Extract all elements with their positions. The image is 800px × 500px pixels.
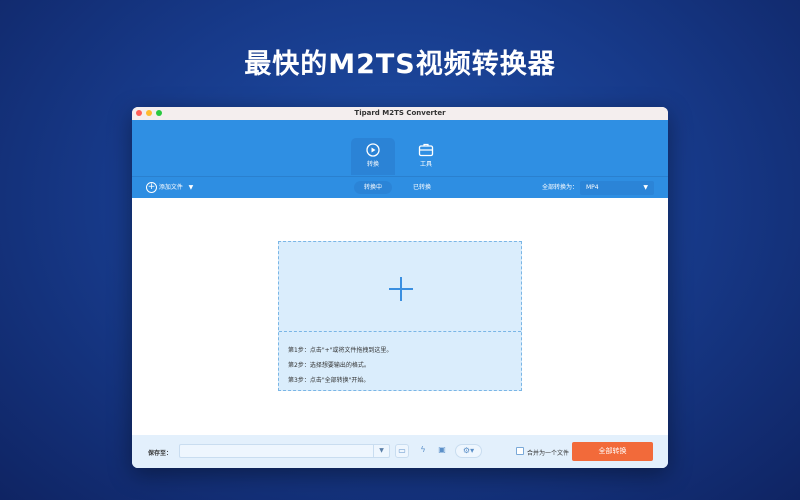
plus-icon[interactable] — [389, 277, 413, 301]
tab-converting[interactable]: 转换中 — [354, 181, 393, 194]
chevron-down-icon: ▼ — [643, 184, 648, 191]
convert-all-button[interactable]: 全部转换 — [572, 442, 653, 461]
merge-checkbox[interactable] — [516, 447, 524, 455]
close-button[interactable] — [136, 110, 142, 116]
format-select[interactable]: MP4 ▼ — [580, 181, 654, 195]
speed-off-icon[interactable]: ϟ — [416, 444, 430, 458]
window-title: Tipard M2TS Converter — [354, 109, 446, 117]
add-files-button[interactable]: + 添加文件 ▼ — [146, 177, 193, 199]
step-1: 第1步：点击"+"或将文件拖拽到这里。 — [288, 347, 393, 354]
chevron-down-icon[interactable]: ▼ — [189, 184, 194, 191]
app-window: Tipard M2TS Converter 转换 工具 + 添加文件 ▼ 转换中… — [132, 107, 668, 468]
chevron-down-icon[interactable]: ▼ — [373, 445, 389, 457]
headline: 最快的M2TS视频转换器 — [244, 49, 556, 80]
maximize-button[interactable] — [156, 110, 162, 116]
tab-converted[interactable]: 已转换 — [413, 177, 431, 199]
step-3: 第3步：点击"全部转换"开始。 — [288, 377, 370, 384]
merge-label: 合并为一个文件 — [527, 450, 570, 457]
hardware-accel-icon[interactable]: ▣ — [435, 444, 449, 458]
settings-icon[interactable]: ⚙▾ — [455, 444, 482, 458]
convert-icon — [366, 143, 380, 157]
convert-all-label: 全部转换为： — [542, 184, 579, 191]
minimize-button[interactable] — [146, 110, 152, 116]
tab-tools[interactable]: 工具 — [404, 138, 448, 175]
toolbox-icon — [418, 143, 434, 157]
step-2: 第2步：选择想要输出的格式。 — [288, 362, 370, 369]
save-to-label: 保存至： — [148, 450, 173, 457]
title-bar: Tipard M2TS Converter — [132, 107, 668, 120]
drop-zone[interactable]: 第1步：点击"+"或将文件拖拽到这里。 第2步：选择想要输出的格式。 第3步：点… — [278, 241, 522, 391]
folder-icon[interactable]: ▭ — [395, 444, 409, 458]
add-icon: + — [146, 182, 157, 193]
save-path-input[interactable]: ▼ — [179, 444, 390, 458]
tab-convert[interactable]: 转换 — [351, 138, 395, 175]
